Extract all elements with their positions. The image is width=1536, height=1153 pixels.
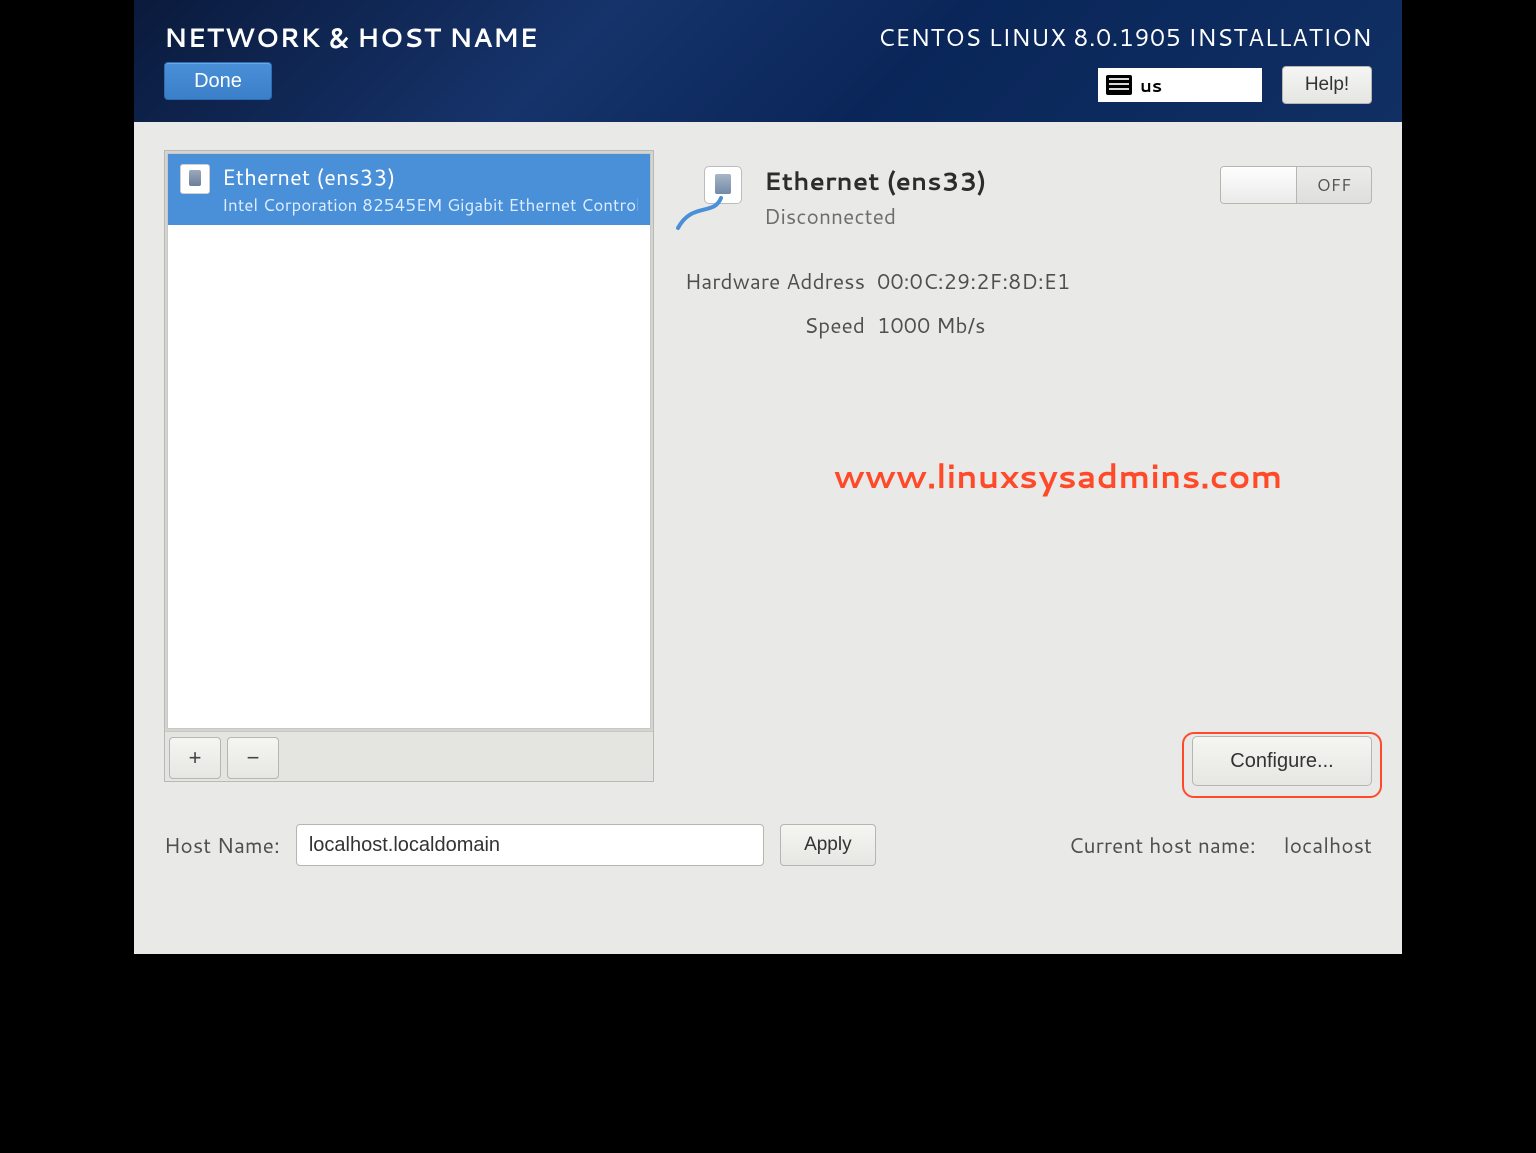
header-left: NETWORK & HOST NAME Done — [164, 20, 538, 112]
hostname-label: Host Name: — [164, 830, 280, 860]
details-header: Ethernet (ens33) Disconnected OFF — [674, 162, 1372, 236]
details-grid: Hardware Address 00:0C:29:2F:8D:E1 Speed… — [680, 266, 1372, 340]
installation-title: CENTOS LINUX 8.0.1905 INSTALLATION — [878, 20, 1372, 54]
device-description: Intel Corporation 82545EM Gigabit Ethern… — [222, 193, 638, 217]
connection-toggle[interactable]: OFF — [1220, 166, 1372, 204]
details-panel: Ethernet (ens33) Disconnected OFF Hardwa… — [674, 150, 1372, 790]
speed-label: Speed — [680, 310, 865, 340]
device-list-toolbar: + − — [165, 731, 653, 781]
apply-button[interactable]: Apply — [780, 824, 876, 866]
ethernet-plug-icon — [180, 164, 210, 194]
help-button[interactable]: Help! — [1282, 66, 1372, 104]
keyboard-layout-label: us — [1140, 72, 1162, 98]
installer-window: NETWORK & HOST NAME Done CENTOS LINUX 8.… — [134, 0, 1402, 954]
toggle-label: OFF — [1297, 167, 1371, 203]
connection-status: Disconnected — [764, 201, 986, 231]
header-right-row: us Help! — [1098, 66, 1372, 104]
speed-value: 1000 Mb/s — [877, 310, 1372, 340]
hardware-address-value: 00:0C:29:2F:8D:E1 — [877, 266, 1372, 296]
current-hostname-label: Current host name: — [1069, 830, 1256, 860]
toggle-thumb — [1221, 167, 1297, 203]
connection-labels: Ethernet (ens33) Disconnected — [764, 162, 986, 231]
connection-identity: Ethernet (ens33) Disconnected — [674, 162, 986, 236]
current-hostname-value: localhost — [1284, 830, 1372, 860]
content-area: Ethernet (ens33) Intel Corporation 82545… — [134, 122, 1402, 954]
ethernet-plug-icon — [674, 166, 748, 236]
header-right: CENTOS LINUX 8.0.1905 INSTALLATION us He… — [878, 20, 1372, 112]
hardware-address-label: Hardware Address — [680, 266, 865, 296]
watermark-text: www.linuxsysadmins.com — [744, 452, 1372, 499]
page-title: NETWORK & HOST NAME — [164, 20, 538, 56]
hostname-input[interactable] — [296, 824, 764, 866]
hostname-row: Host Name: Apply Current host name: loca… — [164, 824, 1372, 866]
done-button[interactable]: Done — [164, 62, 272, 100]
connection-name: Ethernet (ens33) — [764, 164, 986, 199]
device-list[interactable]: Ethernet (ens33) Intel Corporation 82545… — [167, 153, 651, 729]
device-list-item[interactable]: Ethernet (ens33) Intel Corporation 82545… — [168, 154, 650, 225]
header-bar: NETWORK & HOST NAME Done CENTOS LINUX 8.… — [134, 0, 1402, 122]
configure-button[interactable]: Configure... — [1192, 736, 1372, 786]
device-texts: Ethernet (ens33) Intel Corporation 82545… — [222, 162, 638, 217]
remove-device-button[interactable]: − — [227, 737, 279, 779]
main-row: Ethernet (ens33) Intel Corporation 82545… — [164, 150, 1372, 790]
device-name: Ethernet (ens33) — [222, 162, 638, 193]
keyboard-icon — [1106, 75, 1132, 95]
add-device-button[interactable]: + — [169, 737, 221, 779]
keyboard-layout-indicator[interactable]: us — [1098, 68, 1262, 102]
device-list-panel: Ethernet (ens33) Intel Corporation 82545… — [164, 150, 654, 782]
configure-wrap: Configure... — [1192, 736, 1372, 790]
